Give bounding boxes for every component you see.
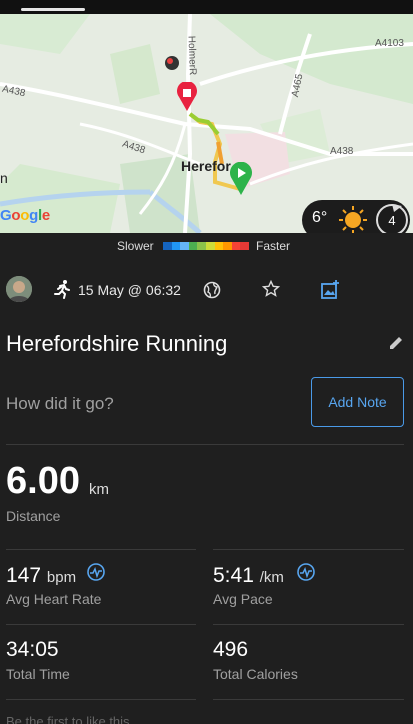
wind-speed: 4 bbox=[388, 213, 396, 228]
pace-legend: Slower Faster bbox=[0, 236, 413, 256]
legend-segment bbox=[188, 242, 198, 250]
calories-value: 496 bbox=[213, 638, 249, 661]
status-bar bbox=[0, 0, 413, 14]
legend-segment bbox=[163, 242, 172, 250]
heart-rate-chart-icon[interactable] bbox=[87, 563, 105, 581]
edit-pencil-icon[interactable] bbox=[388, 335, 404, 351]
divider bbox=[213, 549, 404, 550]
pace-chart-icon[interactable] bbox=[297, 563, 315, 581]
divider bbox=[213, 624, 404, 625]
activity-date: 15 May @ 06:32 bbox=[78, 282, 181, 298]
divider bbox=[6, 444, 404, 445]
legend-segment bbox=[197, 242, 206, 250]
pace-unit: /km bbox=[259, 569, 284, 586]
route-map[interactable]: A438 A438 A438 A465 A4103 HolmerR Herefo… bbox=[0, 14, 413, 233]
star-icon[interactable] bbox=[262, 280, 280, 298]
legend-segment bbox=[214, 242, 224, 250]
heart-rate-stat: 147 bpm bbox=[6, 564, 76, 588]
heart-rate-unit: bpm bbox=[46, 569, 77, 586]
legend-segment bbox=[231, 242, 241, 250]
activity-meta-row: 15 May @ 06:32 bbox=[0, 273, 413, 307]
heart-rate-label: Avg Heart Rate bbox=[6, 591, 102, 607]
distance-value: 6.00 bbox=[6, 460, 80, 502]
sun-icon bbox=[339, 206, 367, 233]
legend-segment bbox=[223, 242, 232, 250]
map-edge-label: n bbox=[0, 170, 8, 186]
weather-badge: 6° 4 bbox=[302, 200, 410, 233]
google-logo: Google bbox=[0, 207, 50, 224]
finish-marker-icon bbox=[177, 82, 197, 111]
legend-segment bbox=[180, 242, 189, 250]
avatar[interactable] bbox=[6, 276, 32, 302]
total-time-value: 34:05 bbox=[6, 638, 59, 661]
divider bbox=[6, 699, 196, 700]
town-label: Herefor bbox=[181, 158, 231, 174]
map-poi-icon bbox=[165, 56, 179, 70]
likes-prompt: Be the first to like this bbox=[6, 714, 130, 724]
add-note-button[interactable]: Add Note bbox=[311, 377, 404, 427]
note-prompt: How did it go? bbox=[6, 394, 114, 413]
distance-label: Distance bbox=[6, 508, 61, 524]
divider bbox=[6, 624, 196, 625]
status-indicator bbox=[21, 8, 85, 11]
road-label: A4103 bbox=[375, 38, 404, 49]
divider bbox=[213, 699, 404, 700]
wind-dial-icon: 4 bbox=[376, 204, 408, 233]
add-photo-icon[interactable] bbox=[320, 280, 340, 300]
divider bbox=[6, 549, 196, 550]
legend-segment bbox=[171, 242, 181, 250]
legend-faster-label: Faster bbox=[256, 239, 291, 253]
road-label: HolmerR bbox=[185, 35, 198, 76]
legend-gradient bbox=[163, 242, 249, 250]
pace-label: Avg Pace bbox=[213, 591, 273, 607]
running-icon bbox=[54, 280, 70, 299]
globe-icon[interactable] bbox=[203, 281, 221, 299]
road-label: A438 bbox=[330, 146, 354, 157]
temperature: 6° bbox=[312, 209, 328, 226]
distance-unit: km bbox=[89, 481, 109, 498]
heart-rate-value: 147 bbox=[6, 564, 42, 587]
pace-stat: 5:41 /km bbox=[213, 564, 284, 588]
total-time-label: Total Time bbox=[6, 666, 70, 682]
activity-title: Herefordshire Running bbox=[6, 331, 228, 356]
calories-label: Total Calories bbox=[213, 666, 298, 682]
legend-slower-label: Slower bbox=[117, 239, 154, 253]
legend-segment bbox=[240, 242, 249, 250]
legend-segment bbox=[205, 242, 215, 250]
start-marker-icon bbox=[230, 162, 252, 195]
pace-value: 5:41 bbox=[213, 564, 254, 587]
